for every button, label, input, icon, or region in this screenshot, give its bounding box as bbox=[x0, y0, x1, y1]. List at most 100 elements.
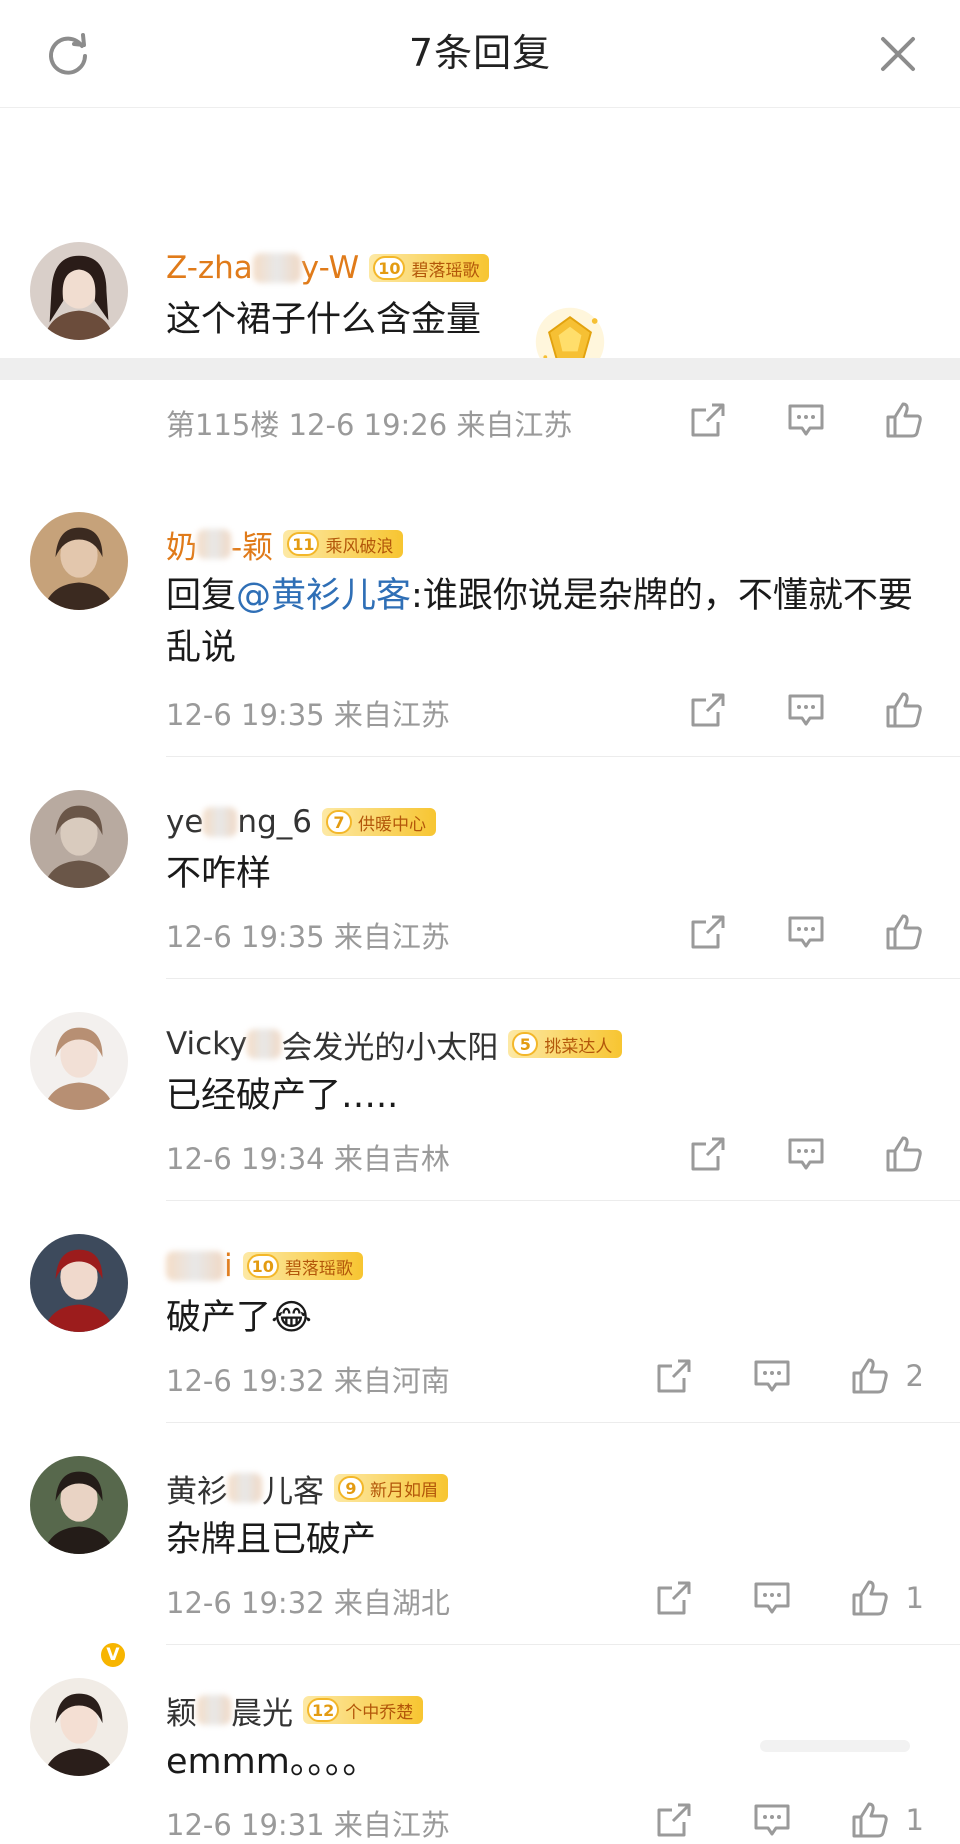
like-group bbox=[884, 912, 924, 952]
username-row: 颖晨光 12 个中乔楚 bbox=[166, 1688, 424, 1733]
like-group bbox=[884, 400, 924, 440]
comment-location: 来自江苏 bbox=[333, 698, 450, 732]
share-icon[interactable] bbox=[688, 400, 728, 440]
badge-text: 挑菜达人 bbox=[544, 1036, 613, 1057]
reply-prefix: 回复 bbox=[166, 576, 237, 616]
like-group: 1 bbox=[850, 1800, 924, 1840]
username[interactable]: Vicky bbox=[166, 1026, 247, 1062]
verified-badge-icon: V bbox=[98, 1640, 128, 1670]
comment-icon[interactable] bbox=[786, 1134, 826, 1174]
fan-badge: 7 供暖中心 bbox=[321, 808, 436, 836]
share-icon[interactable] bbox=[688, 690, 728, 730]
badge-text: 供暖中心 bbox=[357, 814, 426, 835]
badge-text: 碧落瑶歌 bbox=[284, 1258, 353, 1279]
like-group bbox=[884, 1134, 924, 1174]
like-icon[interactable] bbox=[884, 1134, 924, 1174]
comment-meta: 12-6 19:32 来自湖北 bbox=[166, 1580, 450, 1622]
avatar[interactable] bbox=[30, 1456, 128, 1554]
like-icon[interactable] bbox=[884, 690, 924, 730]
row-separator bbox=[166, 978, 960, 979]
like-group: 2 bbox=[850, 1356, 924, 1396]
like-count: 1 bbox=[905, 1803, 924, 1837]
comment-actions: 2 bbox=[596, 1356, 924, 1396]
share-icon[interactable] bbox=[654, 1800, 694, 1840]
avatar[interactable] bbox=[30, 1234, 128, 1332]
fan-badge: 5 挑菜达人 bbox=[508, 1030, 623, 1058]
blurred-name bbox=[197, 529, 231, 559]
comment-icon[interactable] bbox=[752, 1356, 792, 1396]
username[interactable]: 颖 bbox=[166, 1688, 197, 1733]
share-icon[interactable] bbox=[654, 1578, 694, 1618]
badge-level: 10 bbox=[373, 256, 406, 280]
comment-icon[interactable] bbox=[786, 400, 826, 440]
comment-text: 杂牌且已破产 bbox=[166, 1514, 920, 1566]
avatar[interactable] bbox=[30, 512, 128, 610]
badge-level: 5 bbox=[512, 1032, 539, 1056]
fan-badge: 9 新月如眉 bbox=[334, 1474, 448, 1502]
comment-location: 来自江苏 bbox=[456, 408, 573, 442]
username-suffix[interactable]: 儿客 bbox=[262, 1466, 324, 1511]
share-icon[interactable] bbox=[688, 1134, 728, 1174]
like-icon[interactable] bbox=[884, 400, 924, 440]
avatar[interactable] bbox=[30, 790, 128, 888]
username-suffix[interactable]: 会发光的小太阳 bbox=[281, 1022, 498, 1067]
comment-body: 破产了 bbox=[166, 1298, 272, 1338]
like-count: 1 bbox=[905, 1581, 924, 1615]
comment-text: 回复@黄衫儿客:谁跟你说是杂牌的，不懂就不要乱说 bbox=[166, 570, 920, 674]
comment-actions: 1 bbox=[596, 1800, 924, 1840]
blurred-name bbox=[197, 1695, 231, 1725]
comment-actions bbox=[630, 400, 924, 440]
share-icon[interactable] bbox=[654, 1356, 694, 1396]
fan-badge: 12 个中乔楚 bbox=[303, 1696, 424, 1724]
comment-body: 已经破产了….. bbox=[166, 1076, 399, 1116]
username[interactable]: 黄衫 bbox=[166, 1466, 228, 1511]
comment-meta: 第115楼 12-6 19:26 来自江苏 bbox=[166, 402, 572, 444]
comment-location: 来自河南 bbox=[333, 1364, 450, 1398]
like-icon[interactable] bbox=[850, 1800, 890, 1840]
username-row: ye ng_6 7 供暖中心 bbox=[166, 800, 436, 844]
like-group: 1 bbox=[850, 1578, 924, 1618]
comment-actions: 1 bbox=[596, 1578, 924, 1618]
row-separator bbox=[166, 1644, 960, 1645]
avatar[interactable] bbox=[30, 242, 128, 340]
fan-badge: 11 乘风破浪 bbox=[283, 530, 404, 558]
username[interactable]: ye bbox=[166, 804, 203, 840]
blurred-name bbox=[247, 1029, 282, 1059]
username-suffix[interactable]: ng_6 bbox=[237, 804, 312, 840]
comment-time: 12-6 19:35 bbox=[166, 920, 325, 954]
avatar[interactable] bbox=[30, 1678, 128, 1776]
comment-meta: 12-6 19:35 来自江苏 bbox=[166, 914, 450, 956]
close-icon[interactable] bbox=[874, 30, 922, 78]
comment-location: 来自吉林 bbox=[333, 1142, 450, 1176]
share-icon[interactable] bbox=[688, 912, 728, 952]
comment-icon[interactable] bbox=[752, 1578, 792, 1618]
comment-icon[interactable] bbox=[752, 1800, 792, 1840]
username-suffix[interactable]: -颖 bbox=[231, 522, 273, 567]
comment-body: 杂牌且已破产 bbox=[166, 1520, 377, 1560]
fan-badge: 10 碧落瑶歌 bbox=[369, 254, 490, 282]
username-suffix[interactable]: 晨光 bbox=[231, 1688, 293, 1733]
like-group bbox=[884, 690, 924, 730]
comment-location: 来自江苏 bbox=[333, 920, 450, 954]
username-suffix[interactable]: i bbox=[224, 1248, 233, 1284]
home-indicator bbox=[760, 1740, 910, 1752]
floor-number: 第115楼 bbox=[166, 408, 280, 442]
avatar[interactable] bbox=[30, 1012, 128, 1110]
like-icon[interactable] bbox=[884, 912, 924, 952]
badge-level: 10 bbox=[246, 1254, 279, 1278]
username[interactable]: 奶 bbox=[166, 522, 197, 567]
comment-text: 不咋样 bbox=[166, 848, 920, 900]
section-divider bbox=[0, 358, 960, 380]
mention-link[interactable]: @黄衫儿客 bbox=[236, 576, 411, 616]
comment-icon[interactable] bbox=[786, 912, 826, 952]
comment-meta: 12-6 19:32 来自河南 bbox=[166, 1358, 450, 1400]
like-icon[interactable] bbox=[850, 1578, 890, 1618]
username[interactable]: Z-zha bbox=[166, 250, 253, 286]
like-icon[interactable] bbox=[850, 1356, 890, 1396]
username-row: Vicky 会发光的小太阳 5 挑菜达人 bbox=[166, 1022, 623, 1067]
comment-body: 不咋样 bbox=[166, 854, 272, 894]
comment-location: 来自江苏 bbox=[333, 1808, 450, 1842]
comment-icon[interactable] bbox=[786, 690, 826, 730]
username-suffix[interactable]: y-W bbox=[301, 250, 359, 286]
badge-level: 9 bbox=[338, 1476, 364, 1500]
